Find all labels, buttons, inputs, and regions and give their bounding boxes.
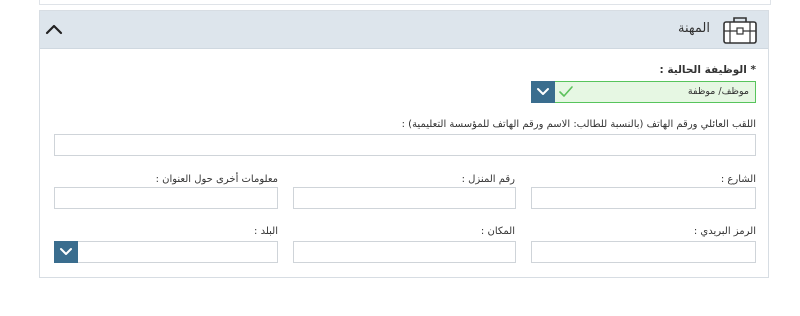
- family-name-input[interactable]: [55, 137, 755, 158]
- previous-section-bottom: [39, 0, 771, 5]
- current-job-dropdown-button[interactable]: [531, 81, 555, 103]
- postal-code-field[interactable]: [531, 241, 756, 265]
- street-field[interactable]: [531, 187, 756, 211]
- briefcase-icon: [723, 17, 757, 44]
- house-number-field[interactable]: [293, 187, 516, 211]
- profession-section: المهنة * الوظيفة الحالية : موظف/ موظفة ا…: [39, 10, 769, 278]
- chevron-down-icon: [60, 248, 72, 255]
- check-icon: [559, 86, 573, 97]
- section-title: المهنة: [678, 21, 710, 36]
- current-job-value: موظف/ موظفة: [687, 86, 749, 97]
- chevron-down-icon: [537, 88, 549, 95]
- current-job-label: * الوظيفة الحالية :: [659, 64, 756, 76]
- address-info-field[interactable]: [54, 187, 278, 211]
- postal-code-input[interactable]: [532, 244, 755, 265]
- postal-code-label: الرمز البريدي :: [693, 226, 756, 237]
- street-input[interactable]: [532, 190, 755, 211]
- family-name-label: اللقب العائلي ورقم الهاتف (بالنسبة للطال…: [401, 119, 756, 130]
- country-dropdown-button[interactable]: [54, 241, 78, 263]
- address-info-input[interactable]: [55, 190, 277, 211]
- house-number-label: رقم المنزل :: [461, 174, 515, 185]
- place-label: المكان :: [480, 226, 515, 237]
- place-field[interactable]: [293, 241, 516, 265]
- address-info-label: معلومات أخرى حول العنوان :: [155, 174, 278, 185]
- country-label: البلد :: [254, 226, 278, 237]
- country-select[interactable]: [54, 241, 278, 263]
- section-header[interactable]: المهنة: [40, 11, 768, 49]
- house-number-input[interactable]: [294, 190, 515, 211]
- chevron-up-icon[interactable]: [43, 18, 65, 40]
- current-job-select[interactable]: موظف/ موظفة: [531, 81, 756, 103]
- street-label: الشارع :: [720, 174, 756, 185]
- family-name-field[interactable]: [54, 134, 756, 158]
- place-input[interactable]: [294, 244, 515, 265]
